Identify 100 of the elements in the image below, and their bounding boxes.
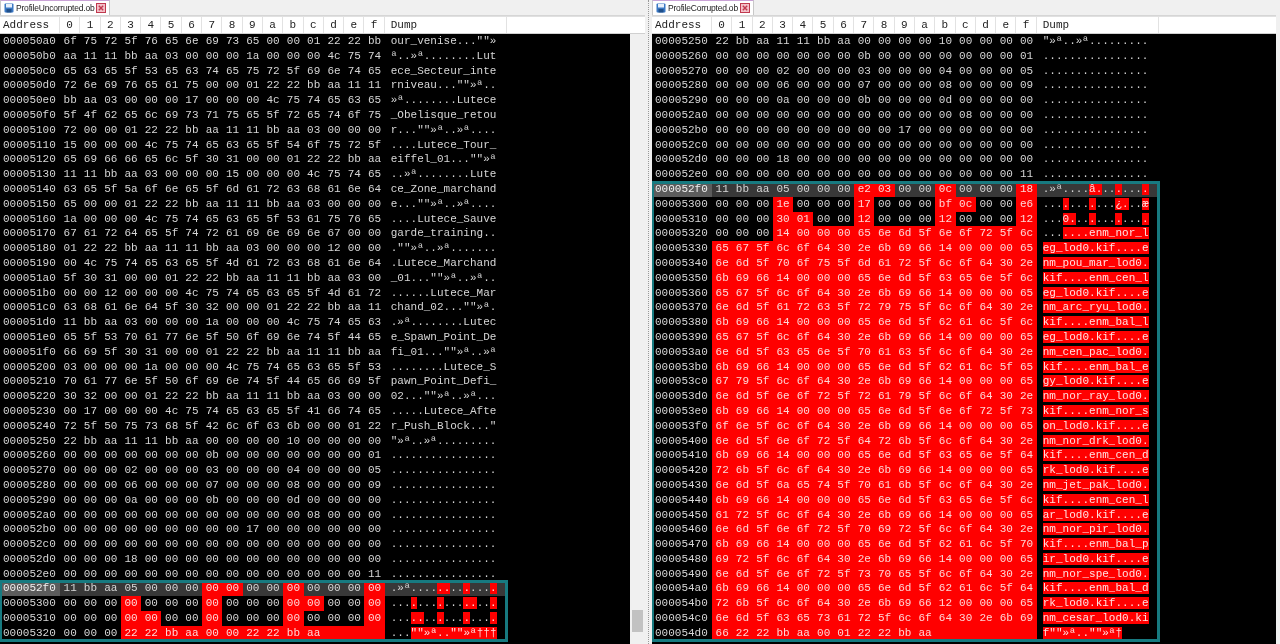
hex-byte: 00 — [265, 448, 281, 464]
scrollbar-thumb[interactable] — [632, 610, 643, 632]
hex-byte: 00 — [326, 566, 342, 582]
hex-byte: 00 — [245, 477, 261, 493]
close-icon[interactable] — [96, 3, 107, 13]
hex-byte: 6f — [346, 108, 362, 123]
hex-byte: 00 — [714, 108, 730, 123]
hex-byte: 00 — [181, 581, 203, 597]
hex-byte: 65 — [204, 211, 220, 227]
hex-byte: 00 — [224, 93, 241, 108]
hex-byte: 00 — [164, 596, 180, 612]
hex-byte: 01 — [164, 270, 180, 286]
dump-text: .»ª........Lutec — [389, 315, 498, 330]
hex-byte: 00 — [998, 167, 1014, 182]
hex-byte: 17 — [245, 522, 261, 538]
hex-byte: 70 — [62, 374, 78, 390]
hex-byte: 69 — [732, 448, 753, 464]
hex-byte: 6f — [793, 241, 814, 256]
hex-byte: 74 — [265, 359, 281, 375]
hex-byte: 5f — [82, 418, 99, 434]
dump-text: e_Spawn_Point_De — [389, 329, 498, 345]
hex-byte: 61 — [103, 300, 119, 316]
hex-byte: 00 — [917, 122, 933, 138]
hex-byte: 00 — [793, 226, 814, 242]
hex-byte: 00 — [62, 507, 78, 523]
hex-byte: 00 — [346, 389, 362, 404]
hex-byte: 41 — [306, 403, 322, 419]
hex-byte: 00 — [1019, 152, 1035, 168]
hex-byte: 11 — [245, 389, 261, 404]
hex-byte: 4c — [143, 137, 159, 153]
hex-byte: 00 — [204, 566, 220, 582]
hex-byte: 0a — [775, 93, 791, 108]
hex-byte: 00 — [245, 93, 261, 108]
hex-byte: 69 — [306, 63, 322, 79]
address-cell-text: 00005280 — [654, 78, 709, 94]
hex-byte: 00 — [326, 463, 342, 478]
hex-byte: 17 — [82, 403, 99, 419]
hex-byte: 00 — [955, 463, 976, 478]
hex-byte: 75 — [306, 315, 322, 330]
dump-text: ................ — [389, 448, 498, 464]
address-cell: 000052f0 — [652, 181, 712, 197]
hex-byte: 00 — [82, 492, 99, 508]
hex-byte: 6e — [874, 537, 895, 552]
file-tab[interactable]: ProfileCorrupted.ob — [652, 0, 754, 15]
hex-byte: 66 — [914, 463, 936, 478]
hex-byte: 62 — [935, 581, 956, 597]
hex-byte: 00 — [978, 108, 994, 123]
hex-byte: 6f — [793, 374, 814, 390]
hex-byte: 01 — [285, 152, 301, 168]
hex-byte: 6f — [184, 374, 200, 390]
hex-byte: 6d — [732, 389, 753, 404]
hex-byte: 00 — [856, 34, 872, 49]
hex-byte: 00 — [937, 152, 953, 168]
hex-byte: 53 — [285, 211, 301, 227]
hex-byte: 65 — [1016, 374, 1037, 390]
hex-byte: 1a — [143, 359, 159, 375]
hex-byte: 6e — [772, 389, 794, 404]
hex-byte: 00 — [62, 492, 78, 508]
hex-byte: 63 — [772, 611, 794, 626]
address-cell-text: 000054c0 — [654, 611, 709, 626]
hex-byte: bb — [265, 122, 281, 138]
hex-byte: 01 — [306, 34, 322, 49]
hex-byte: 79 — [894, 389, 915, 404]
hex-byte: 6b — [712, 448, 733, 464]
hex-byte: 6e — [306, 226, 322, 242]
address-cell-text: 00005290 — [2, 492, 57, 508]
hex-byte: 65 — [367, 63, 383, 79]
close-icon[interactable] — [739, 3, 750, 13]
hex-byte: 6b — [712, 581, 733, 597]
address-cell-text: 00005100 — [2, 122, 57, 138]
hex-byte: 6c — [935, 522, 956, 538]
hex-byte: 2e — [854, 463, 875, 478]
hex-byte: 00 — [224, 537, 241, 552]
hex-byte: 00 — [224, 566, 241, 582]
address-cell-text: 000053f0 — [654, 418, 709, 434]
hex-byte: 73 — [813, 611, 834, 626]
column-header: 0 — [712, 17, 733, 33]
hex-byte: bb — [123, 48, 139, 64]
dump-text: r_Push_Block..." — [389, 418, 498, 434]
hex-byte: bb — [326, 300, 342, 316]
hex-byte: 65 — [184, 181, 200, 197]
hex-byte: 00 — [937, 167, 953, 182]
hex-byte: 11 — [62, 167, 78, 182]
hex-byte: 65 — [854, 315, 875, 330]
address-cell-text: 00005350 — [654, 270, 709, 286]
hex-byte: 63 — [813, 300, 834, 316]
hex-byte: 31 — [103, 270, 119, 286]
hex-byte: 00 — [164, 477, 180, 493]
file-tab[interactable]: ProfileUncorrupted.ob — [0, 0, 111, 15]
hex-byte: 00 — [184, 315, 200, 330]
hex-byte: 00 — [755, 122, 771, 138]
hex-byte: 00 — [326, 596, 342, 612]
address-cell-text: 000052d0 — [654, 152, 709, 168]
hex-byte: 00 — [306, 566, 322, 582]
hex-byte: 30 — [833, 241, 855, 256]
hex-byte: 69 — [82, 344, 99, 360]
hex-byte: 00 — [917, 167, 933, 182]
hex-byte: 00 — [265, 551, 281, 567]
hex-byte: 00 — [795, 196, 811, 212]
hex-byte: 00 — [326, 551, 342, 567]
